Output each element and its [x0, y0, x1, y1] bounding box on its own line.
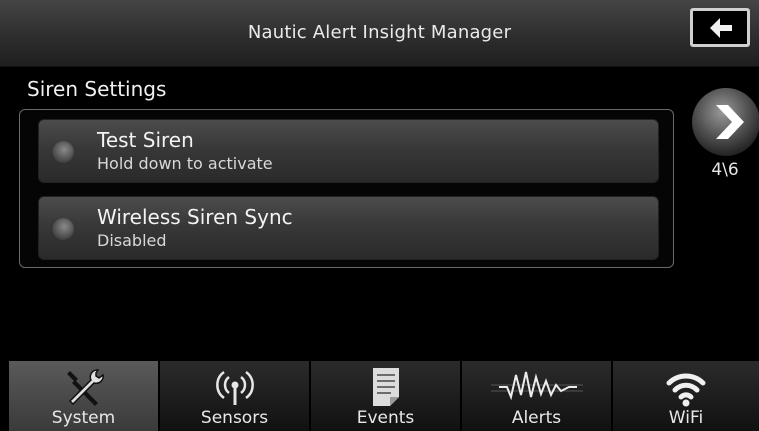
wireless-siren-sync-row[interactable]: Wireless Siren Sync Disabled	[38, 196, 659, 260]
tools-icon	[66, 369, 104, 406]
header-bar: Nautic Alert Insight Manager	[0, 0, 759, 67]
setting-title: Test Siren	[97, 128, 194, 152]
page-indicator: 4\6	[711, 160, 739, 180]
setting-subtitle: Hold down to activate	[97, 154, 273, 173]
tab-sensors[interactable]: Sensors	[160, 361, 309, 431]
tab-label: Events	[356, 408, 415, 428]
tab-wifi[interactable]: WiFi	[613, 361, 759, 431]
arrow-left-icon	[710, 18, 732, 38]
document-icon	[372, 368, 399, 406]
tab-label: WiFi	[668, 408, 704, 428]
antenna-icon	[215, 370, 254, 405]
tab-events[interactable]: Events	[311, 361, 460, 431]
tab-system[interactable]: System	[9, 361, 158, 431]
radio-indicator-icon	[51, 217, 75, 241]
setting-subtitle: Disabled	[97, 231, 167, 250]
radio-indicator-icon	[51, 140, 75, 164]
test-siren-row[interactable]: Test Siren Hold down to activate	[38, 119, 659, 183]
chevron-right-icon	[692, 88, 759, 156]
wifi-icon	[666, 373, 706, 407]
next-page-button[interactable]	[690, 87, 759, 157]
app-title: Nautic Alert Insight Manager	[247, 22, 512, 43]
tab-alerts[interactable]: Alerts	[462, 361, 611, 431]
tab-label: Sensors	[200, 408, 269, 428]
section-title: Siren Settings	[27, 77, 167, 101]
back-button[interactable]	[690, 8, 750, 47]
tab-label: System	[51, 408, 116, 428]
waveform-icon	[490, 371, 583, 401]
tab-label: Alerts	[511, 408, 562, 428]
setting-title: Wireless Siren Sync	[97, 205, 293, 229]
tab-bar: System Sensors Events Alerts WiFi	[0, 361, 759, 431]
